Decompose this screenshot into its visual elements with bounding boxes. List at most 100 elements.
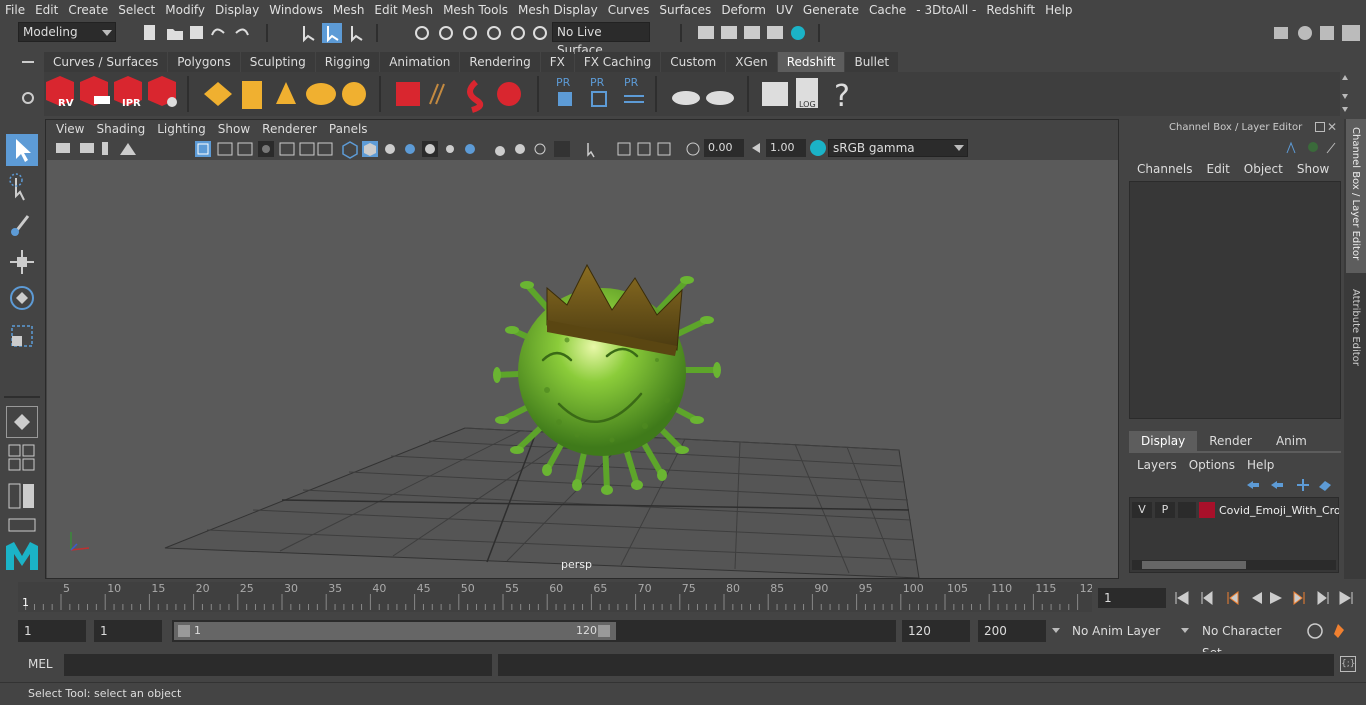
shelf-tab-polygons[interactable]: Polygons — [168, 52, 240, 72]
playback-controls[interactable] — [1172, 588, 1362, 608]
range-end-grip[interactable] — [598, 625, 610, 637]
rotate-tool[interactable] — [6, 282, 38, 314]
menu-create[interactable]: Create — [63, 0, 113, 20]
float-panel-icon[interactable] — [1315, 122, 1325, 132]
channel-box-menu-edit[interactable]: Edit — [1201, 161, 1238, 177]
select-tool[interactable] — [6, 134, 38, 166]
channel-box-mode-icons[interactable] — [1283, 139, 1339, 155]
anim-layer-field[interactable]: No Anim Layer — [1066, 620, 1178, 642]
range-slider-handle[interactable]: 1 120 — [174, 622, 616, 640]
layer-menu-options[interactable]: Options — [1189, 455, 1247, 475]
shelf-tab-fx-caching[interactable]: FX Caching — [574, 52, 661, 72]
menu-mesh[interactable]: Mesh — [328, 0, 370, 20]
menu-file[interactable]: File — [0, 0, 30, 20]
lasso-tool[interactable] — [6, 172, 38, 204]
paint-select-tool[interactable] — [6, 208, 38, 240]
menu-uv[interactable]: UV — [771, 0, 798, 20]
shelf-tab-rendering[interactable]: Rendering — [460, 52, 540, 72]
menu-curves[interactable]: Curves — [603, 0, 655, 20]
panel-menu-renderer[interactable]: Renderer — [256, 120, 323, 138]
menu-help[interactable]: Help — [1040, 0, 1077, 20]
shelf-scroll-arrows[interactable] — [1340, 72, 1350, 116]
character-set-field[interactable]: No Character Set — [1196, 620, 1298, 660]
shelf-tab-fx[interactable]: FX — [540, 52, 574, 72]
gamma-field[interactable]: 1.00 — [766, 139, 806, 157]
layer-playback-toggle[interactable]: P — [1155, 502, 1175, 518]
shelf-tab-custom[interactable]: Custom — [661, 52, 726, 72]
two-view-layout[interactable] — [8, 482, 36, 510]
single-perspective-layout[interactable] — [6, 406, 38, 438]
menu-modify[interactable]: Modify — [160, 0, 210, 20]
shelf-menu-icon[interactable] — [22, 61, 34, 63]
chevron-down-icon[interactable] — [1181, 628, 1189, 633]
shelf-icons[interactable]: RV IPR PR PR PR LOG ? — [44, 72, 1340, 116]
snap-icons[interactable] — [412, 23, 552, 43]
layer-row[interactable]: V P Covid_Emoji_With_Cro — [1132, 502, 1339, 518]
menu-deform[interactable]: Deform — [716, 0, 771, 20]
color-management-icon[interactable] — [810, 140, 826, 156]
menu-display[interactable]: Display — [210, 0, 264, 20]
menu-windows[interactable]: Windows — [264, 0, 328, 20]
layer-menu-layers[interactable]: Layers — [1137, 455, 1189, 475]
shelf-tab-bullet[interactable]: Bullet — [845, 52, 899, 72]
shelf-tab-rigging[interactable]: Rigging — [315, 52, 380, 72]
menu-3dtoall[interactable]: - 3DtoAll - — [911, 0, 981, 20]
tab-attribute-editor[interactable]: Attribute Editor — [1346, 285, 1366, 381]
layer-display-type[interactable] — [1178, 502, 1196, 518]
menu-redshift[interactable]: Redshift — [981, 0, 1040, 20]
menu-select[interactable]: Select — [113, 0, 160, 20]
shelf-tab-animation[interactable]: Animation — [380, 52, 460, 72]
menu-surfaces[interactable]: Surfaces — [654, 0, 716, 20]
shelf-tab-curves-surfaces[interactable]: Curves / Surfaces — [44, 52, 168, 72]
channel-box-menu-object[interactable]: Object — [1238, 161, 1291, 177]
mel-label[interactable]: MEL — [28, 657, 53, 671]
selection-mode-icons[interactable] — [296, 22, 366, 44]
range-slider[interactable]: 1 120 — [172, 620, 896, 642]
panel-toolbar-icons[interactable] — [52, 139, 712, 159]
menu-mesh-display[interactable]: Mesh Display — [513, 0, 603, 20]
time-slider[interactable]: 5 10 15 20 25 30 35 40 45 50 55 60 65 70 75 80 85 90 95 100… — [18, 582, 1094, 612]
playback-end-field[interactable]: 120 — [902, 620, 970, 642]
color-space-dropdown[interactable]: sRGB gamma — [828, 139, 968, 157]
file-icons[interactable] — [140, 23, 260, 43]
menu-cache[interactable]: Cache — [864, 0, 911, 20]
mel-command-input[interactable] — [64, 654, 492, 676]
chevron-down-icon[interactable] — [1052, 628, 1060, 633]
menu-edit-mesh[interactable]: Edit Mesh — [369, 0, 438, 20]
layer-menu-help[interactable]: Help — [1247, 455, 1286, 475]
render-icons[interactable] — [696, 23, 808, 43]
playback-start-field[interactable]: 1 — [94, 620, 162, 642]
panel-menu-show[interactable]: Show — [212, 120, 256, 138]
layer-scrollbar[interactable] — [1132, 560, 1336, 570]
panel-menu-view[interactable]: View — [50, 120, 90, 138]
script-editor-icon[interactable]: {;} — [1340, 656, 1356, 672]
scrollbar-thumb[interactable] — [1142, 561, 1246, 569]
workspace-icons[interactable] — [1272, 23, 1364, 43]
layer-tab-anim[interactable]: Anim — [1264, 431, 1319, 451]
current-frame-field[interactable]: 1 — [1098, 588, 1166, 608]
layer-tab-display[interactable]: Display — [1129, 431, 1198, 451]
channel-box-menu-show[interactable]: Show — [1291, 161, 1337, 177]
menu-edit[interactable]: Edit — [30, 0, 63, 20]
panel-menu-shading[interactable]: Shading — [90, 120, 151, 138]
tab-channel-box[interactable]: Channel Box / Layer Editor — [1346, 119, 1366, 273]
panel-menu-panels[interactable]: Panels — [323, 120, 374, 138]
layer-visibility-toggle[interactable]: V — [1132, 502, 1152, 518]
shelf-tab-sculpting[interactable]: Sculpting — [240, 52, 315, 72]
channel-box-menu-channels[interactable]: Channels — [1131, 161, 1201, 177]
layer-color-swatch[interactable] — [1199, 502, 1215, 518]
range-bar-icons[interactable] — [1306, 622, 1358, 640]
panel-menu-lighting[interactable]: Lighting — [151, 120, 212, 138]
close-icon[interactable]: ✕ — [1327, 120, 1337, 134]
shelf-tab-redshift[interactable]: Redshift — [777, 52, 845, 72]
gear-icon[interactable] — [22, 92, 34, 104]
menu-generate[interactable]: Generate — [798, 0, 864, 20]
range-start-grip[interactable] — [178, 625, 190, 637]
outliner-layout[interactable] — [8, 518, 36, 532]
perspective-viewport[interactable]: persp — [47, 160, 1118, 578]
scale-tool[interactable] — [6, 320, 38, 352]
exposure-field[interactable]: 0.00 — [704, 139, 744, 157]
four-view-layout[interactable] — [8, 444, 36, 472]
live-surface-field[interactable]: No Live Surface — [552, 22, 650, 57]
layer-action-icons[interactable] — [1243, 477, 1333, 493]
